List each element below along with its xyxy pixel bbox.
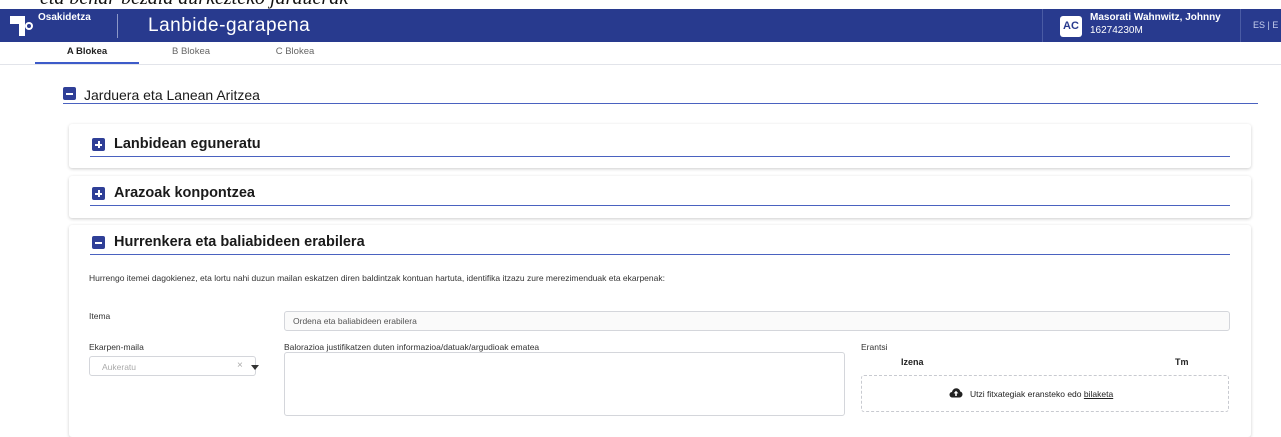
cloud-upload-icon (949, 388, 963, 398)
col-tm: Tm (1175, 357, 1189, 367)
form-intro: Hurrengo itemei dagokienez, eta lortu na… (89, 273, 665, 283)
card-arazoak-konpontzea: Arazoak konpontzea (69, 176, 1251, 218)
card-title: Arazoak konpontzea (114, 185, 255, 201)
card-lanbidean-eguneratu: Lanbidean eguneratu (69, 124, 1251, 168)
avatar: AC (1060, 16, 1082, 37)
card-header[interactable]: Hurrenkera eta baliabideen erabilera (90, 234, 1230, 255)
tab-b-blokea[interactable]: B Blokea (139, 42, 243, 64)
balorazioa-textarea[interactable] (284, 352, 845, 416)
chevron-down-icon[interactable] (251, 365, 259, 370)
card-header[interactable]: Lanbidean eguneratu (90, 136, 1230, 157)
tab-a-blokea[interactable]: A Blokea (35, 42, 139, 64)
ekarpen-maila-label: Ekarpen-maila (89, 342, 144, 352)
expand-icon[interactable] (92, 187, 105, 200)
osakidetza-logo-icon[interactable] (8, 13, 38, 39)
erantsi-label: Erantsi (861, 342, 888, 352)
section-title: Jarduera eta Lanean Aritzea (84, 87, 260, 103)
balorazioa-label: Balorazioa justifikatzen duten informazi… (284, 342, 540, 352)
app-header: Osakidetza Lanbide-garapena AC Masorati … (0, 9, 1281, 42)
card-title: Lanbidean eguneratu (114, 136, 261, 152)
background-page-text: eta behar bezala aurkezteko jarduerak (0, 0, 1281, 9)
org-name: Osakidetza (38, 12, 91, 23)
file-dropzone[interactable]: Utzi fitxategiak eransteko edo bilaketa (861, 375, 1229, 412)
collapse-icon[interactable] (92, 236, 105, 249)
ekarpen-maila-select[interactable]: Aukeratu × (89, 356, 259, 376)
browse-link[interactable]: bilaketa (1084, 389, 1113, 399)
block-tabs: A Blokea B Blokea C Blokea (35, 42, 347, 64)
user-id: 16274230M (1090, 25, 1143, 36)
card-title: Hurrenkera eta baliabideen erabilera (114, 234, 365, 250)
language-switch[interactable]: ES | E (1240, 9, 1278, 42)
itema-label: Itema (89, 311, 111, 321)
card-header[interactable]: Arazoak konpontzea (90, 185, 1230, 206)
clear-icon[interactable]: × (237, 360, 243, 371)
card-hurrenkera: Hurrenkera eta baliabideen erabilera Hur… (69, 225, 1251, 437)
user-menu[interactable]: AC Masorati Wahnwitz, Johnny 16274230M (1042, 9, 1237, 42)
expand-icon[interactable] (92, 138, 105, 151)
select-placeholder: Aukeratu (102, 362, 137, 372)
user-name: Masorati Wahnwitz, Johnny (1090, 12, 1221, 23)
section-jarduera[interactable]: Jarduera eta Lanean Aritzea (63, 85, 1258, 104)
app-title: Lanbide-garapena (148, 15, 311, 36)
tabs-divider (0, 64, 1281, 65)
header-divider (117, 14, 118, 38)
col-izena: Izena (901, 357, 924, 367)
collapse-icon[interactable] (63, 87, 76, 100)
dropzone-text: Utzi fitxategiak eransteko edo bilaketa (970, 389, 1114, 399)
itema-field: Ordena eta baliabideen erabilera (284, 311, 1230, 331)
tab-c-blokea[interactable]: C Blokea (243, 42, 347, 64)
